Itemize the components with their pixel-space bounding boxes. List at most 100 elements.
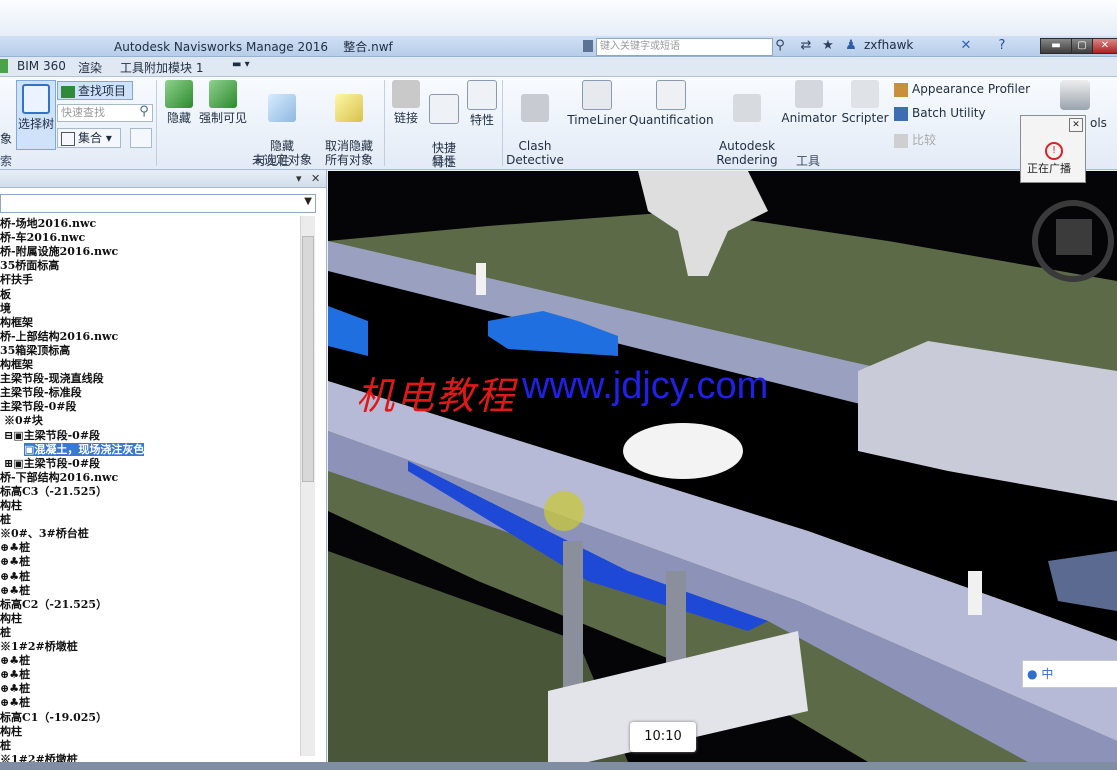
properties-button[interactable]: 特性 bbox=[466, 80, 498, 127]
tree-item[interactable]: 标高C1（-19.025） bbox=[0, 711, 107, 725]
group-separator bbox=[384, 80, 385, 166]
manage-sets-button[interactable] bbox=[130, 128, 152, 148]
require-button[interactable]: 强制可见 bbox=[198, 80, 248, 125]
tree-item[interactable]: 35桥面标高 bbox=[0, 259, 59, 273]
tree-item[interactable]: 构柱 bbox=[0, 499, 22, 513]
tree-item[interactable]: 构框架 bbox=[0, 358, 33, 372]
help-icon[interactable]: ? bbox=[994, 38, 1010, 54]
tree-item[interactable]: 主梁节段-0#段 bbox=[0, 400, 76, 414]
tree-item[interactable]: 构柱 bbox=[0, 725, 22, 739]
select-tree-icon bbox=[22, 84, 50, 114]
tree-item[interactable]: 桥-附属设施2016.nwc bbox=[0, 245, 118, 259]
tree-item[interactable]: 主梁节段-现浇直线段 bbox=[0, 372, 104, 386]
cursor-highlight bbox=[544, 491, 584, 531]
app-menu-icon[interactable] bbox=[0, 59, 8, 73]
hide-icon bbox=[165, 80, 193, 108]
tree-view-dropdown[interactable]: ▼ bbox=[0, 194, 316, 213]
binoculars-icon[interactable]: ⚲ bbox=[772, 38, 788, 54]
quick-find-placeholder: 快速查找 bbox=[61, 106, 105, 119]
sets-dropdown[interactable]: 集合 ▾ bbox=[57, 128, 121, 148]
broadcast-panel[interactable]: ✕ ! 正在广播 bbox=[1020, 115, 1086, 183]
tree-item[interactable]: 构柱 bbox=[0, 612, 22, 626]
search-expand-icon[interactable] bbox=[583, 40, 593, 52]
autodesk-rendering-button[interactable]: Autodesk Rendering bbox=[716, 80, 778, 167]
find-items-button[interactable]: 查找项目 bbox=[57, 81, 133, 100]
datatools-icon[interactable] bbox=[1060, 80, 1090, 110]
select-object-label[interactable]: 象 bbox=[0, 130, 12, 147]
tree-item[interactable]: ⊟▣主梁节段-0#段 bbox=[4, 429, 100, 443]
tree-item[interactable]: 桥-车2016.nwc bbox=[0, 231, 85, 245]
tree-item[interactable]: 35箱梁顶标高 bbox=[0, 344, 70, 358]
tree-item[interactable]: ⊕♣桩 bbox=[0, 555, 30, 569]
quick-find-search-icon[interactable]: ⚲ bbox=[136, 104, 152, 120]
tree-item[interactable]: ※0#块 bbox=[4, 414, 43, 428]
tree-item[interactable]: 桥-下部结构2016.nwc bbox=[0, 471, 118, 485]
unhide-all-label: 取消隐藏 所有对象 bbox=[324, 139, 373, 167]
exchange-icon[interactable]: ⇄ bbox=[798, 38, 814, 54]
tree-item-label: 主梁节段-0#段 bbox=[0, 400, 77, 414]
ime-toolbar[interactable]: ● 中 bbox=[1022, 660, 1117, 688]
tree-item[interactable]: ▣混凝土，现场浇注灰色 bbox=[24, 442, 145, 457]
tree-item[interactable]: ※0#、3#桥台桩 bbox=[0, 527, 89, 541]
tree-item[interactable]: 杆扶手 bbox=[0, 273, 33, 287]
tree-item[interactable]: 桩 bbox=[0, 626, 11, 640]
minimize-button[interactable]: ▬ bbox=[1040, 38, 1072, 54]
tree-item[interactable]: 桥-场地2016.nwc bbox=[0, 217, 96, 231]
timeliner-button[interactable]: TimeLiner bbox=[566, 80, 628, 127]
tab-bim360[interactable]: BIM 360 bbox=[17, 59, 66, 73]
tree-item[interactable]: ※1#2#桥墩桩 bbox=[0, 640, 78, 654]
tab-camera-icon[interactable]: ▬ ▾ bbox=[232, 59, 250, 70]
tree-item-label: ⊕♣桩 bbox=[0, 682, 31, 696]
tree-item[interactable]: 桥-上部结构2016.nwc bbox=[0, 330, 118, 344]
maximize-button[interactable]: ▢ bbox=[1071, 38, 1093, 54]
panel-close-icon[interactable]: ✕ bbox=[311, 172, 320, 185]
video-progress-bar[interactable] bbox=[0, 762, 1117, 770]
tree-scrollbar-thumb[interactable] bbox=[302, 236, 314, 482]
tree-item[interactable]: ⊕♣桩 bbox=[0, 682, 30, 696]
unhide-all-button[interactable]: 取消隐藏 所有对象 bbox=[322, 80, 376, 167]
datatools-label[interactable]: ols bbox=[1090, 116, 1107, 130]
tree-item[interactable]: ⊕♣桩 bbox=[0, 654, 30, 668]
tree-item[interactable]: 主梁节段-标准段 bbox=[0, 386, 82, 400]
appearance-profiler-button[interactable]: Appearance Profiler bbox=[894, 82, 1030, 97]
tab-tool-addins[interactable]: 工具附加模块 1 bbox=[120, 59, 203, 76]
tree-item[interactable]: ⊕♣桩 bbox=[0, 584, 30, 598]
tab-render[interactable]: 渲染 bbox=[78, 59, 102, 76]
display-group-label: 显示 bbox=[432, 154, 457, 168]
tree-item[interactable]: 桩 bbox=[0, 739, 11, 753]
tree-item[interactable]: ⊕♣桩 bbox=[0, 570, 30, 584]
broadcast-close-icon[interactable]: ✕ bbox=[1069, 118, 1083, 132]
tree-item[interactable]: ⊕♣桩 bbox=[0, 668, 30, 682]
search-input[interactable]: 键入关键字或短语 bbox=[596, 38, 773, 56]
tree-item[interactable]: ⊕♣桩 bbox=[0, 696, 30, 710]
panel-pin-icon[interactable]: ▾ bbox=[296, 172, 302, 185]
tree-item-label: 构框架 bbox=[0, 315, 33, 329]
tree-item[interactable]: 标高C3（-21.525） bbox=[0, 485, 107, 499]
tree-item[interactable]: 标高C2（-21.525） bbox=[0, 598, 107, 612]
user-name[interactable]: zxfhawk bbox=[864, 38, 913, 52]
batch-utility-label: Batch Utility bbox=[912, 106, 986, 120]
hide-button[interactable]: 隐藏 bbox=[160, 80, 198, 125]
3d-viewport[interactable] bbox=[328, 171, 1117, 762]
animator-button[interactable]: Animator bbox=[780, 80, 838, 125]
scripter-button[interactable]: Scripter bbox=[840, 80, 890, 125]
tree-item[interactable]: ⊕♣桩 bbox=[0, 541, 30, 555]
timeliner-label: TimeLiner bbox=[567, 113, 627, 127]
tree-item[interactable]: 构框架 bbox=[0, 316, 33, 330]
viewcube bbox=[1056, 219, 1092, 255]
select-tree-button[interactable]: 选择树 bbox=[16, 80, 56, 150]
close-button[interactable]: ✕ bbox=[1092, 38, 1117, 54]
tree-item[interactable]: ⊞▣主梁节段-0#段 bbox=[4, 457, 100, 471]
compare-button[interactable]: 比较 bbox=[894, 131, 936, 148]
tree-item[interactable]: 板 bbox=[0, 288, 11, 302]
clash-detective-button[interactable]: Clash Detective bbox=[506, 80, 564, 167]
quantification-button[interactable]: Quantification bbox=[629, 80, 714, 127]
exchange-apps-icon[interactable]: ✕ bbox=[958, 38, 974, 54]
tree-item[interactable]: 境 bbox=[0, 302, 11, 316]
tree-item[interactable]: 桩 bbox=[0, 513, 11, 527]
batch-utility-button[interactable]: Batch Utility bbox=[894, 106, 986, 121]
tree-item-label: ※0#、3#桥台桩 bbox=[0, 527, 89, 541]
timeliner-icon bbox=[582, 80, 612, 110]
links-button[interactable]: 链接 bbox=[390, 80, 422, 125]
star-icon[interactable]: ★ bbox=[820, 38, 836, 54]
